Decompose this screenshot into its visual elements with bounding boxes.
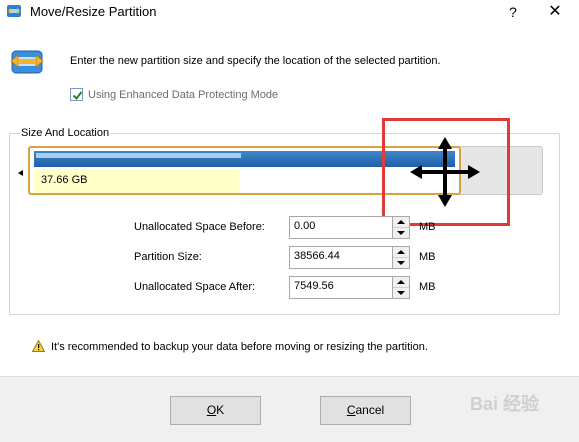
close-button[interactable]: ✕ [545,2,565,22]
watermark: Bai 经验 [470,394,540,414]
unallocated-after-label: Unallocated Space After: [134,281,256,293]
unallocated-before-value: 0.00 [294,220,316,232]
unit-label: MB [419,281,436,293]
spin-up-arrow-icon[interactable] [393,217,409,228]
instruction-text: Enter the new partition size and specify… [70,55,441,67]
unallocated-after-value: 7549.56 [294,280,334,292]
ok-mnemonic: O [206,403,217,417]
spin-up-arrow-icon[interactable] [393,247,409,258]
move-resize-icon [10,50,44,74]
title-bar: Move/Resize Partition ? ✕ [0,0,579,24]
used-space-highlight [36,153,241,158]
partition-size-input[interactable]: 38566.44 [289,246,393,269]
partition-app-icon [7,5,21,17]
partition-size-value: 38566.44 [294,250,340,262]
cancel-label: ancel [355,403,385,417]
move-cursor-icon[interactable] [410,137,480,207]
left-boundary-arrow [18,170,23,176]
unit-label: MB [419,251,436,263]
ok-label: K [216,403,225,417]
unallocated-after-spinner[interactable] [393,276,410,299]
unallocated-after-input[interactable]: 7549.56 [289,276,393,299]
partition-size-spinner[interactable] [393,246,410,269]
spin-up-arrow-icon[interactable] [393,277,409,288]
spin-down-arrow-icon[interactable] [393,228,409,239]
ok-button[interactable]: OK [170,396,261,425]
partition-size-label: 37.66 GB [41,174,88,186]
unit-label: MB [419,221,436,233]
unallocated-before-spinner[interactable] [393,216,410,239]
help-button[interactable]: ? [503,2,523,22]
cancel-button[interactable]: Cancel [320,396,411,425]
partition-size-field-label: Partition Size: [134,251,202,263]
spin-down-arrow-icon[interactable] [393,288,409,299]
spin-down-arrow-icon[interactable] [393,258,409,269]
unallocated-before-input[interactable]: 0.00 [289,216,393,239]
check-icon [72,91,83,101]
window-title: Move/Resize Partition [30,4,157,19]
size-location-legend: Size And Location [20,127,111,139]
enhanced-protection-label: Using Enhanced Data Protecting Mode [88,89,279,101]
backup-warning-text: It's recommended to backup your data bef… [51,341,428,353]
warning-icon [32,340,45,352]
unallocated-before-label: Unallocated Space Before: [134,221,265,233]
enhanced-protection-checkbox[interactable] [70,88,83,101]
